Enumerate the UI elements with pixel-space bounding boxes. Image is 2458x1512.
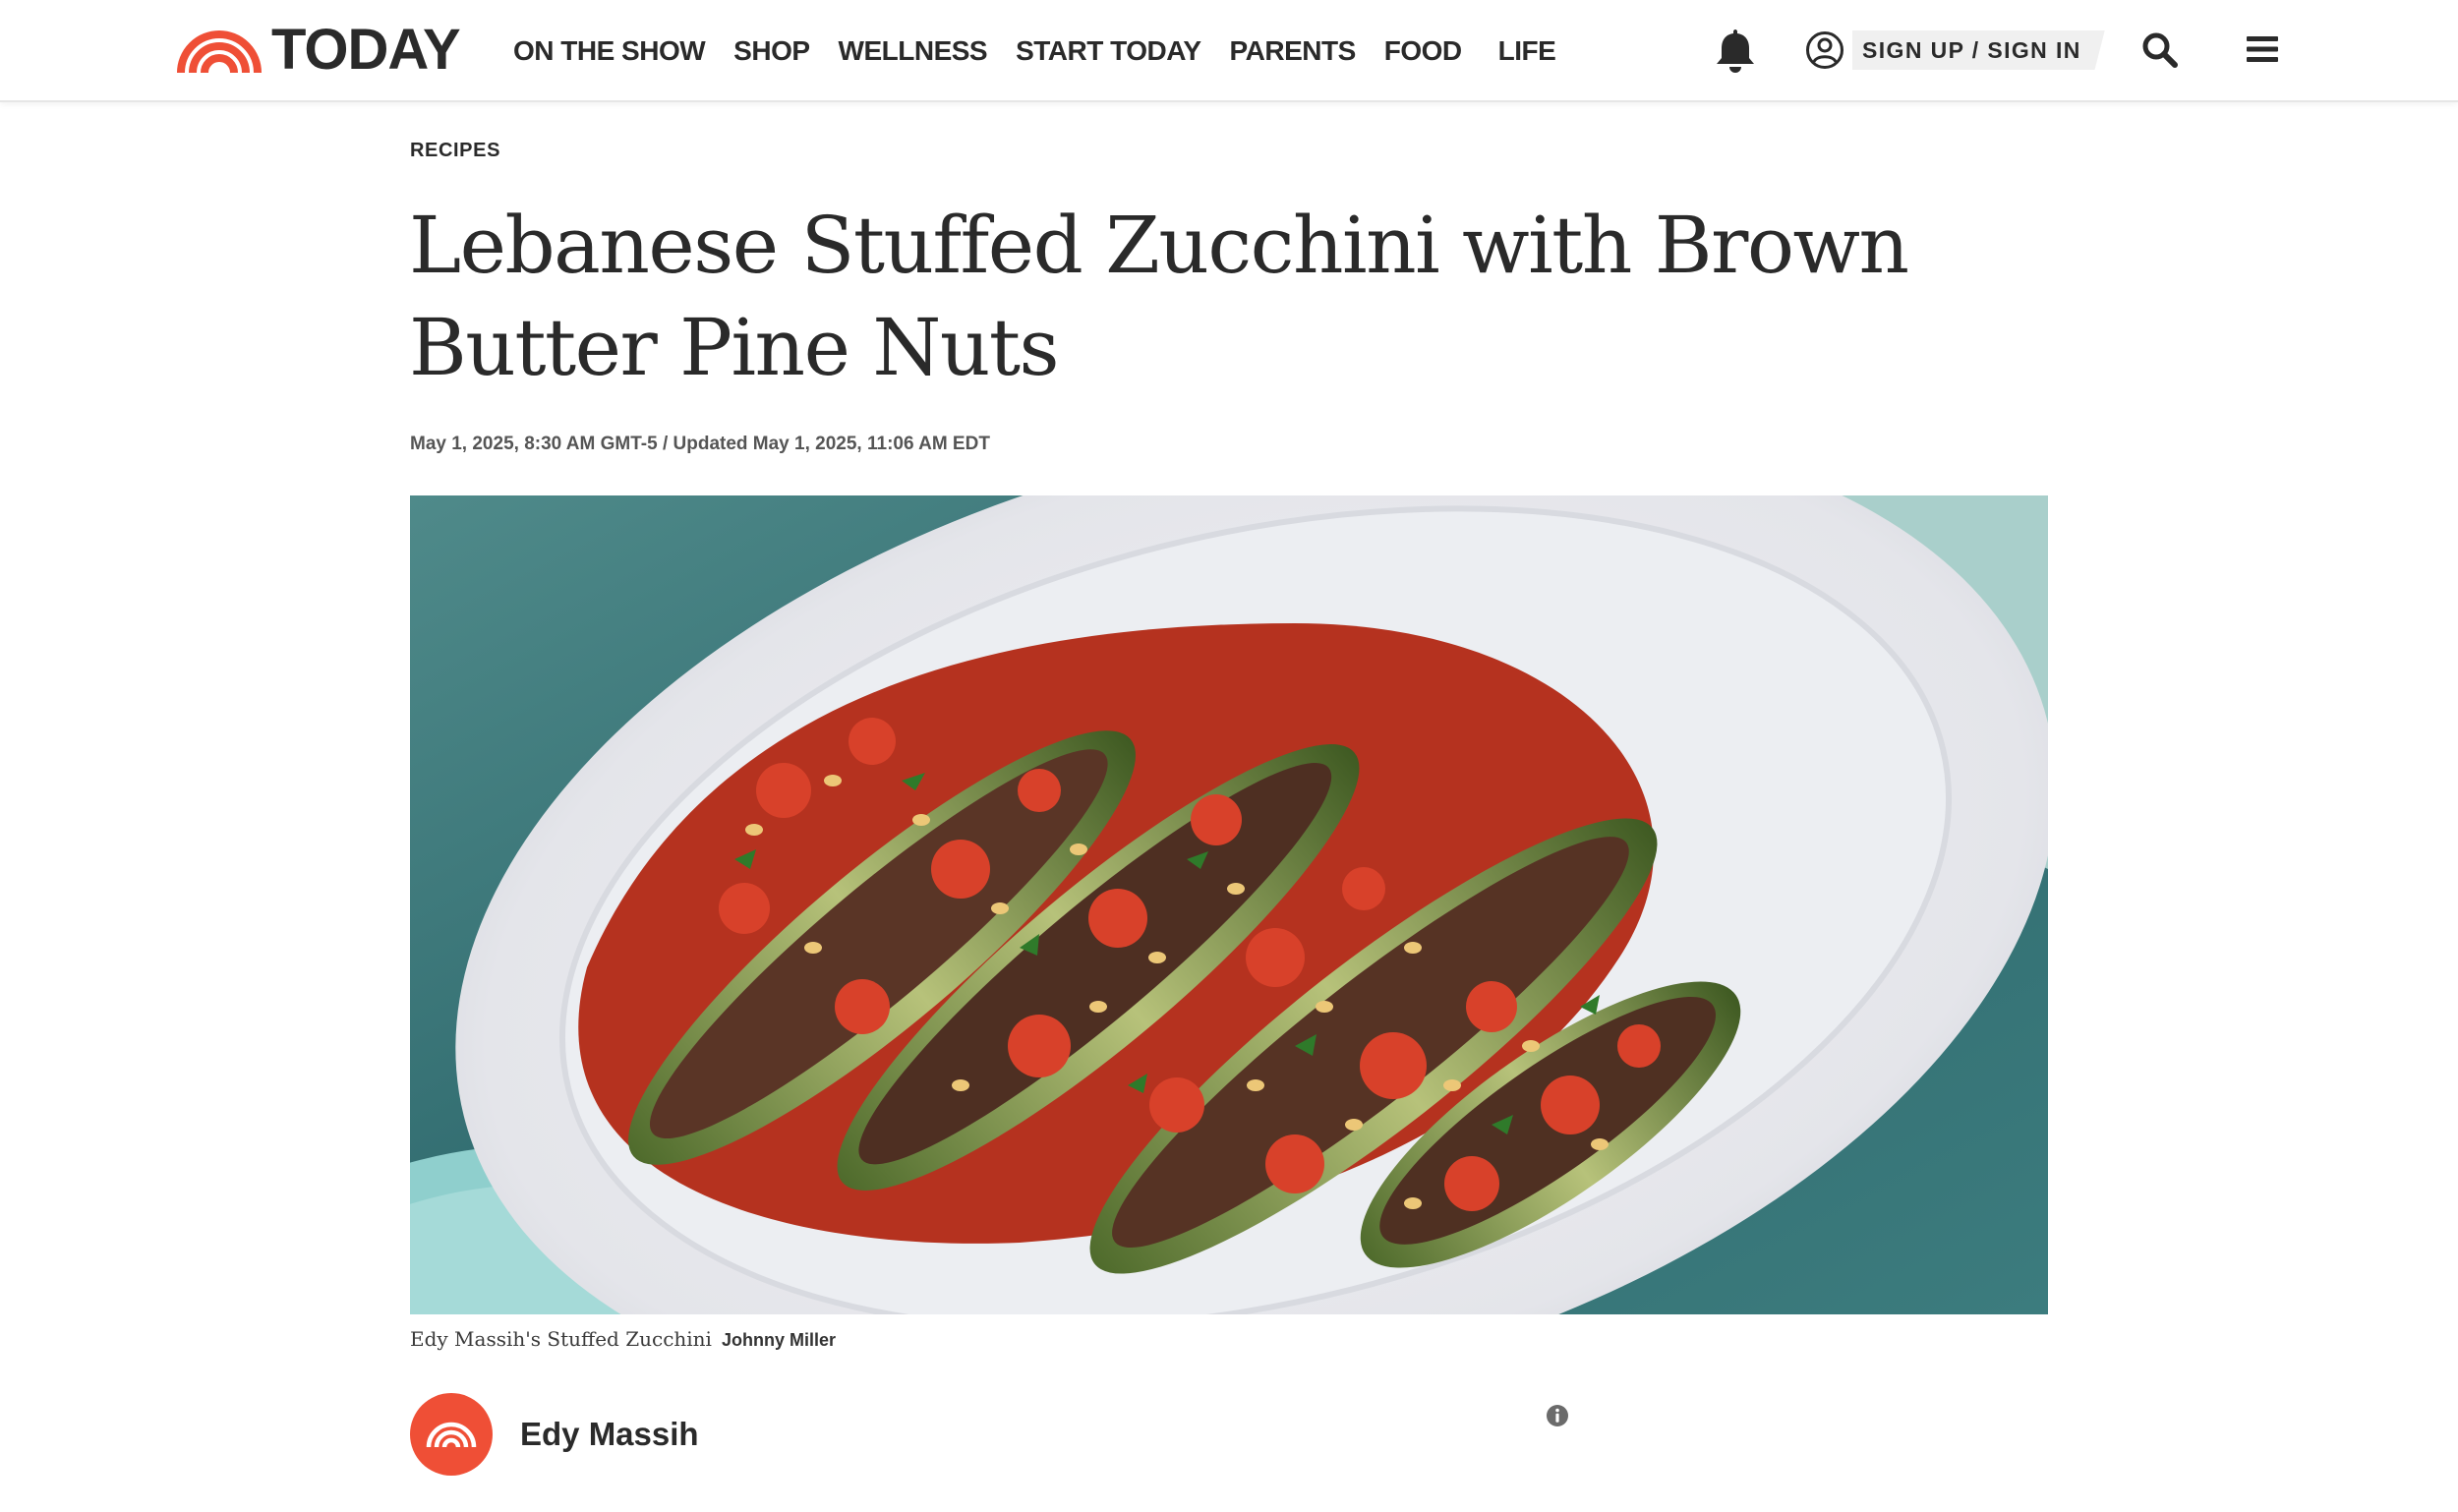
article-category-link[interactable]: RECIPES: [410, 140, 500, 162]
search-icon[interactable]: [2141, 31, 2179, 69]
nav-item-life[interactable]: LIFE: [1498, 35, 1556, 67]
logo-wordmark: TODAY: [271, 18, 461, 82]
user-account-icon: [1806, 31, 1844, 69]
nav-item-wellness[interactable]: WELLNESS: [839, 35, 988, 67]
today-logo[interactable]: TODAY: [177, 18, 461, 82]
author-byline: Edy Massih: [410, 1393, 699, 1476]
nav-item-start-today[interactable]: START TODAY: [1016, 35, 1201, 67]
today-rainbow-avatar-icon: [426, 1422, 477, 1448]
info-icon[interactable]: [1546, 1404, 1569, 1427]
site-header: TODAY ON THE SHOW SHOP WELLNESS START TO…: [0, 0, 2458, 102]
image-caption: Edy Massih's Stuffed Zucchini Johnny Mil…: [410, 1327, 836, 1351]
photo-credit: Johnny Miller: [721, 1330, 836, 1350]
sign-in-label: SIGN UP / SIGN IN: [1852, 30, 2105, 70]
hero-image: [410, 495, 2048, 1314]
nav-item-food[interactable]: FOOD: [1384, 35, 1462, 67]
stuffed-zucchini-photo: [410, 495, 2048, 1314]
main-nav: ON THE SHOW SHOP WELLNESS START TODAY PA…: [513, 29, 1584, 73]
article-title: Lebanese Stuffed Zucchini with Brown But…: [409, 200, 1909, 393]
sign-in-button[interactable]: SIGN UP / SIGN IN: [1805, 29, 2105, 71]
nav-item-shop[interactable]: SHOP: [733, 35, 810, 67]
hamburger-menu-icon[interactable]: [2246, 33, 2279, 65]
caption-text: Edy Massih's Stuffed Zucchini: [410, 1327, 712, 1351]
nav-item-on-the-show[interactable]: ON THE SHOW: [513, 35, 706, 67]
today-rainbow-logo-icon: [177, 30, 262, 73]
nav-item-parents[interactable]: PARENTS: [1230, 35, 1357, 67]
avatar[interactable]: [410, 1393, 493, 1476]
article-dateline: May 1, 2025, 8:30 AM GMT-5 / Updated May…: [410, 434, 990, 454]
author-name-link[interactable]: Edy Massih: [520, 1416, 699, 1453]
bell-icon[interactable]: [1713, 26, 1758, 73]
